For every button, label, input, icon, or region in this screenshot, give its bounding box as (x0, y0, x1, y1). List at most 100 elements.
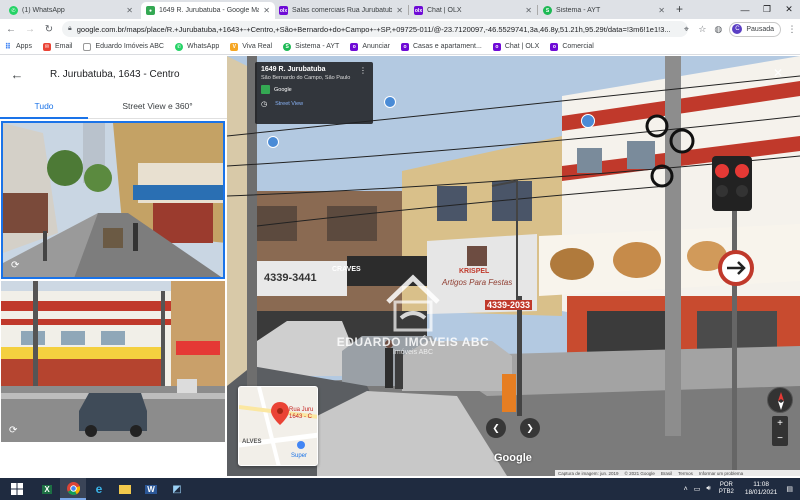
bookmark-anunciar[interactable]: o Anunciar (350, 42, 390, 51)
chevron-up-icon[interactable]: ˄ (684, 486, 688, 493)
tab-title: 1649 R. Jurubatuba - Google Ma... (159, 7, 260, 14)
mode-label: Street View (275, 101, 304, 107)
olx-icon: o (492, 42, 501, 51)
bookmark-apps[interactable]: ⠿ Apps (4, 42, 32, 51)
provider-label: Google (274, 86, 292, 93)
word-icon[interactable]: W (138, 478, 164, 500)
extension-icon[interactable]: ◍ (710, 24, 726, 35)
tab-strip: ✆ (1) WhatsApp ✕ ● 1649 R. Jurubatuba - … (0, 0, 800, 19)
bookmark-label: Sistema - AYT (295, 43, 340, 50)
minimize-button[interactable]: — (734, 0, 756, 19)
star-icon[interactable]: ☆ (694, 24, 710, 35)
chrome-icon[interactable] (60, 478, 86, 500)
excel-icon[interactable]: X (34, 478, 60, 500)
tab-whatsapp[interactable]: ✆ (1) WhatsApp ✕ (4, 2, 138, 19)
street-view-thumbnail[interactable]: ⟳ (1, 121, 225, 279)
bookmark-vivareal[interactable]: V Viva Real (230, 42, 272, 51)
street-photo-2 (1, 281, 225, 442)
street-photo-1 (3, 123, 223, 277)
windows-logo (11, 483, 23, 495)
street-view-thumbnail[interactable]: ⟳ (1, 281, 225, 442)
close-icon[interactable]: ✕ (263, 6, 270, 15)
forward-arrow-icon[interactable]: → (22, 21, 38, 37)
google-logo: Google (494, 452, 532, 464)
maximize-button[interactable]: ❐ (756, 0, 778, 19)
bookmark-sistema[interactable]: S Sistema - AYT (283, 42, 340, 51)
tab-google-maps[interactable]: ● 1649 R. Jurubatuba - Google Ma... ✕ (141, 2, 275, 19)
new-tab-button[interactable]: + (676, 2, 683, 16)
bookmark-email[interactable]: ✉ Email (42, 42, 73, 51)
zoom-out-button[interactable]: − (777, 433, 783, 444)
back-arrow-icon[interactable]: ← (3, 21, 19, 37)
avatar: C (732, 24, 743, 34)
close-icon[interactable]: ✕ (126, 6, 133, 15)
house-handshake-logo (386, 274, 440, 332)
bookmark-whatsapp[interactable]: ✆ WhatsApp (174, 42, 219, 51)
tab-street-view[interactable]: Street View e 360° (88, 93, 227, 118)
terms-link[interactable]: Termos (678, 471, 693, 476)
region-link[interactable]: Brasil (661, 471, 672, 476)
location-marker-icon[interactable] (581, 114, 595, 128)
history-clock-icon[interactable]: ◷ (261, 100, 267, 108)
reload-icon[interactable]: ↻ (41, 21, 57, 37)
bookmark-label: Casas e apartament... (412, 43, 482, 50)
close-icon[interactable]: ✕ (396, 6, 403, 15)
bookmark-label: Eduardo Imóveis ABC (95, 43, 164, 50)
mode-row[interactable]: ◷ Street View (261, 100, 367, 108)
tab-sistema[interactable]: S Sistema - AYT ✕ (538, 2, 670, 19)
bookmark-casas[interactable]: o Casas e apartament... (400, 42, 482, 51)
language-indicator[interactable]: POR PTB2 (719, 482, 734, 496)
prev-arrow-icon[interactable]: ❮ (486, 418, 506, 438)
watermark: EDUARDO IMÓVEIS ABC Imóveis ABC (313, 272, 513, 356)
bookmark-label: Anunciar (362, 43, 390, 50)
close-street-view-button[interactable]: ✕ (773, 66, 783, 80)
location-marker-icon[interactable] (267, 136, 279, 148)
windows-start-icon[interactable] (0, 478, 34, 500)
edge-icon[interactable]: e (86, 478, 112, 500)
close-icon[interactable]: ✕ (658, 6, 665, 15)
zoom-in-button[interactable]: + (777, 418, 783, 429)
address-subtitle: São Bernardo do Campo, São Paulo (261, 75, 351, 81)
close-window-button[interactable]: ✕ (778, 0, 800, 19)
browser-toolbar: ← → ↻ 🔒︎ google.com.br/maps/place/R.+Jur… (0, 19, 800, 39)
place-title: R. Jurubatuba, 1643 - Centro (50, 69, 180, 80)
bookmark-label: Email (54, 43, 73, 50)
watermark-name: EDUARDO IMÓVEIS ABC (336, 335, 490, 349)
close-icon[interactable]: ✕ (525, 6, 532, 15)
tab-olx-chat[interactable]: olx Chat | OLX ✕ (409, 2, 537, 19)
compass-needle (778, 392, 784, 410)
bookmark-label: Comercial (562, 43, 594, 50)
tab-olx-salas[interactable]: olx Salas comerciais Rua Jurubatuba ✕ (274, 2, 408, 19)
address-title: 1649 R. Jurubatuba (261, 66, 326, 73)
google-maps-icon: ● (146, 6, 155, 15)
street-view-info-card: 1649 R. Jurubatuba São Bernardo do Campo… (255, 62, 373, 124)
location-marker-icon[interactable] (384, 96, 396, 108)
tab-title: Salas comerciais Rua Jurubatuba (292, 7, 393, 14)
volume-icon[interactable]: 🔊︎ (706, 485, 710, 493)
olx-icon: olx (414, 6, 423, 15)
mini-map[interactable]: Rua Juru 1643 - C ALVES Super (238, 386, 318, 466)
back-arrow-icon[interactable]: ← (0, 67, 34, 82)
compass-icon[interactable] (767, 387, 793, 413)
file-explorer-icon[interactable] (112, 478, 138, 500)
next-arrow-icon[interactable]: ❯ (520, 418, 540, 438)
location-icon[interactable]: ⌖ (678, 24, 694, 35)
report-problem-link[interactable]: Informar um problema (699, 471, 743, 476)
clock[interactable]: 11:08 18/01/2021 (745, 481, 778, 497)
more-vert-icon[interactable]: ⋮ (359, 66, 367, 75)
network-icon[interactable]: ▭ (694, 485, 701, 493)
bookmark-eduardo[interactable]: Eduardo Imóveis ABC (83, 42, 164, 51)
bookmark-chat-olx[interactable]: o Chat | OLX (492, 42, 539, 51)
tab-title: Sistema - AYT (556, 7, 601, 14)
street-view-footer: Captura de imagem: jun. 2019 © 2021 Goog… (555, 470, 800, 476)
bookmark-comercial[interactable]: o Comercial (550, 42, 594, 51)
photos-icon[interactable]: ◩ (164, 478, 190, 500)
whatsapp-icon: ✆ (174, 42, 183, 51)
photo-tabs: Tudo Street View e 360° (0, 93, 227, 119)
address-bar[interactable]: 🔒︎ google.com.br/maps/place/R.+Jurubatub… (62, 21, 688, 37)
copyright: © 2021 Google (624, 470, 655, 476)
profile-button[interactable]: C Pausada (729, 21, 781, 37)
notification-icon[interactable]: ▤ (786, 485, 793, 493)
more-menu-icon[interactable]: ⋮ (784, 24, 800, 35)
tab-all[interactable]: Tudo (0, 93, 88, 118)
